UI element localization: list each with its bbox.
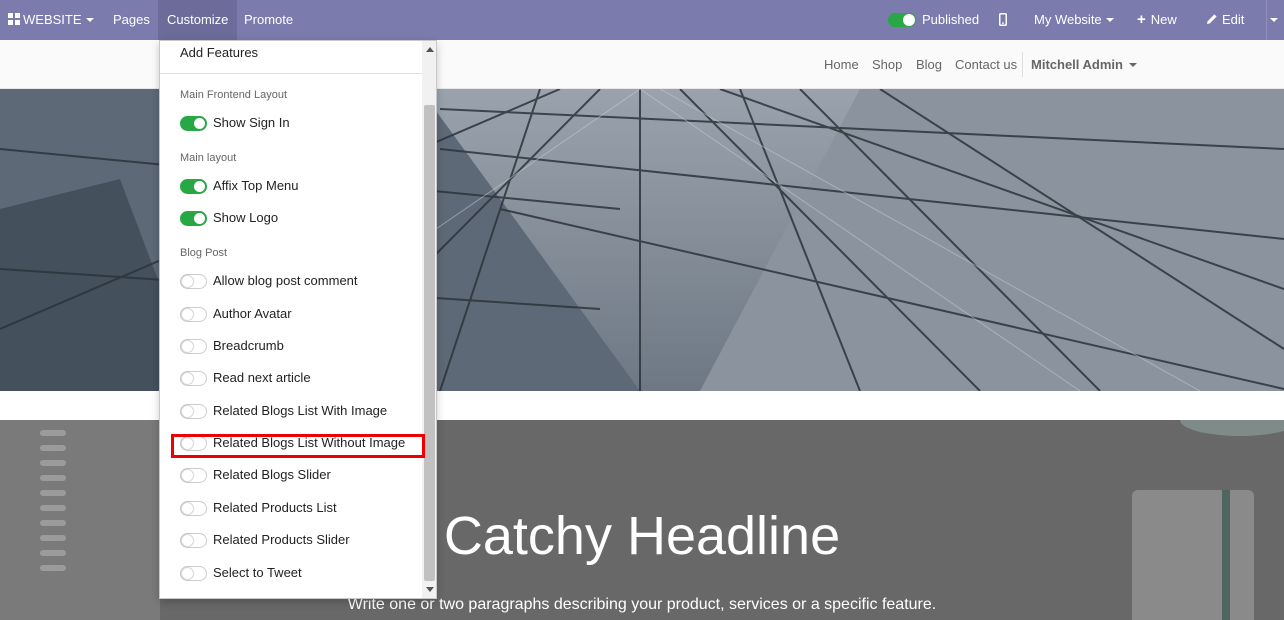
highlight-box bbox=[171, 434, 425, 458]
scroll-up-arrow-icon[interactable] bbox=[426, 47, 434, 52]
toggle-switch[interactable] bbox=[180, 501, 207, 516]
edit-label: Edit bbox=[1222, 12, 1245, 27]
nav-blog[interactable]: Blog bbox=[916, 40, 942, 89]
caret-down-icon bbox=[85, 17, 94, 22]
scroll-down-arrow-icon[interactable] bbox=[426, 587, 434, 592]
menu-customize[interactable]: Customize bbox=[158, 0, 238, 40]
menu-pages[interactable]: Pages bbox=[113, 0, 150, 40]
website-selector-label: My Website bbox=[1034, 12, 1102, 27]
option-related-products-list[interactable]: Related Products List bbox=[180, 497, 420, 519]
nav-shop[interactable]: Shop bbox=[872, 40, 902, 89]
edit-button[interactable]: Edit bbox=[1206, 0, 1244, 40]
nav-contact-us[interactable]: Contact us bbox=[955, 40, 1017, 89]
editor-topbar: WEBSITE Pages Customize Promote Publishe… bbox=[0, 0, 1284, 40]
section-main-frontend-layout: Main Frontend Layout bbox=[180, 89, 288, 101]
new-label: New bbox=[1150, 12, 1177, 27]
toggle-switch[interactable] bbox=[180, 116, 207, 131]
option-label: Related Blogs List With Image bbox=[213, 403, 388, 418]
option-select-to-tweet[interactable]: Select to Tweet bbox=[180, 562, 420, 584]
option-label: Related Products List bbox=[213, 500, 337, 515]
option-label: Related Blogs Slider bbox=[213, 467, 331, 482]
toggle-switch[interactable] bbox=[180, 533, 207, 548]
toggle-switch[interactable] bbox=[180, 404, 207, 419]
caret-down-icon bbox=[1105, 17, 1114, 22]
more-dropdown[interactable] bbox=[1266, 0, 1284, 40]
nav-home[interactable]: Home bbox=[824, 40, 859, 89]
user-name: Mitchell Admin bbox=[1031, 57, 1123, 72]
toggle-switch[interactable] bbox=[180, 468, 207, 483]
website-selector[interactable]: My Website bbox=[1034, 0, 1114, 40]
toggle-switch[interactable] bbox=[180, 339, 207, 354]
toggle-switch[interactable] bbox=[180, 211, 207, 226]
section-main-layout: Main layout bbox=[180, 152, 237, 164]
mobile-icon bbox=[999, 13, 1007, 26]
apps-label: WEBSITE bbox=[23, 12, 82, 27]
mobile-preview-button[interactable] bbox=[999, 0, 1007, 40]
caret-down-icon bbox=[1270, 17, 1278, 22]
option-breadcrumb[interactable]: Breadcrumb bbox=[180, 335, 420, 357]
option-label: Affix Top Menu bbox=[213, 178, 299, 193]
section-blog-post: Blog Post bbox=[180, 247, 228, 259]
option-affix-top-menu[interactable]: Affix Top Menu bbox=[180, 175, 420, 197]
apps-menu[interactable]: WEBSITE bbox=[8, 0, 94, 40]
option-label: Related Products Slider bbox=[213, 532, 350, 547]
toggle-switch[interactable] bbox=[180, 566, 207, 581]
option-label: Read next article bbox=[213, 370, 311, 385]
pencil-icon bbox=[1207, 14, 1217, 24]
option-label: Show Logo bbox=[213, 210, 279, 225]
option-label: Author Avatar bbox=[213, 306, 292, 321]
option-label: Show Sign In bbox=[213, 115, 290, 130]
option-show-sign-in[interactable]: Show Sign In bbox=[180, 112, 420, 134]
option-related-blogs-list-with-image[interactable]: Related Blogs List With Image bbox=[180, 400, 420, 422]
menu-promote[interactable]: Promote bbox=[244, 0, 293, 40]
caret-down-icon bbox=[1128, 62, 1137, 67]
grid-icon bbox=[8, 13, 20, 25]
option-label: Breadcrumb bbox=[213, 338, 284, 353]
scrollbar-thumb[interactable] bbox=[424, 105, 435, 581]
option-label: Allow blog post comment bbox=[213, 273, 358, 288]
toggle-switch[interactable] bbox=[888, 13, 916, 27]
toggle-switch[interactable] bbox=[180, 371, 207, 386]
option-related-products-slider[interactable]: Related Products Slider bbox=[180, 529, 420, 551]
toggle-switch[interactable] bbox=[180, 307, 207, 322]
panel-scrollbar[interactable] bbox=[422, 41, 436, 598]
toggle-switch[interactable] bbox=[180, 179, 207, 194]
published-label: Published bbox=[922, 12, 980, 27]
option-related-blogs-slider[interactable]: Related Blogs Slider bbox=[180, 464, 420, 486]
new-button[interactable]: + New bbox=[1137, 0, 1177, 40]
option-show-logo[interactable]: Show Logo bbox=[180, 207, 420, 229]
customize-dropdown: Add Features Main Frontend Layout Show S… bbox=[159, 40, 437, 599]
plus-icon: + bbox=[1137, 11, 1146, 28]
option-allow-blog-post-comment[interactable]: Allow blog post comment bbox=[180, 270, 420, 292]
option-read-next-article[interactable]: Read next article bbox=[180, 367, 420, 389]
option-label: Select to Tweet bbox=[213, 565, 302, 580]
user-menu[interactable]: Mitchell Admin bbox=[1031, 40, 1137, 89]
panel-header: Add Features bbox=[160, 41, 422, 74]
toggle-switch[interactable] bbox=[180, 274, 207, 289]
nav-divider bbox=[1022, 52, 1023, 77]
option-author-avatar[interactable]: Author Avatar bbox=[180, 303, 420, 325]
add-features-item[interactable]: Add Features bbox=[180, 45, 258, 60]
